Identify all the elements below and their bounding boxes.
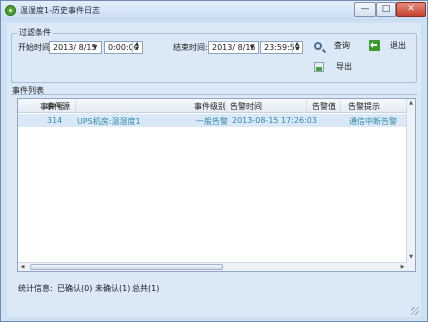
stats-unconfirmed: 未确认(1) — [95, 284, 131, 293]
minimize-button[interactable]: — — [354, 2, 376, 17]
scroll-right-icon[interactable]: ▶ — [398, 263, 407, 271]
window-client: 过滤条件 开始时间: 2013/ 8/15 ▼ 0:00:00 ▲ ▼ 结束时间:… — [7, 23, 421, 317]
app-icon — [5, 5, 16, 16]
table-row[interactable]: 314 UPS机房:温湿度1 一般告警 2013-08-15 17:26:03 … — [18, 114, 408, 127]
query-label: 查询 — [334, 41, 350, 50]
export-button[interactable]: 导出 — [314, 61, 352, 72]
column-header-event-level[interactable]: 事件级别 — [194, 101, 226, 112]
scroll-left-icon[interactable]: ◀ — [18, 263, 27, 271]
exit-label: 退出 — [390, 41, 406, 50]
column-divider[interactable] — [340, 100, 341, 112]
chevron-down-icon[interactable]: ▼ — [90, 43, 100, 52]
close-button[interactable]: ✕ — [396, 2, 426, 17]
start-time-spinner[interactable]: 0:00:00 ▲ ▼ — [104, 41, 143, 54]
window-title: 温湿度1-历史事件日志 — [20, 6, 100, 15]
column-header-event-source-label[interactable]: 事件源 — [46, 101, 70, 112]
column-header-alarm-hint[interactable]: 告警提示 — [348, 101, 380, 112]
start-time-spin-buttons[interactable]: ▲ ▼ — [132, 42, 141, 53]
end-time-label: 结束时间: — [173, 43, 208, 52]
column-divider[interactable] — [225, 100, 226, 112]
end-time-spinner[interactable]: 23:59:59 ▲ ▼ — [260, 41, 303, 54]
search-icon — [314, 41, 322, 50]
vertical-scrollbar[interactable]: ▲ ▼ — [406, 99, 415, 271]
maximize-button[interactable]: □ — [376, 2, 396, 17]
export-icon — [314, 61, 324, 72]
chevron-down-icon[interactable]: ▼ — [247, 43, 257, 52]
end-time-spin-buttons[interactable]: ▲ ▼ — [292, 42, 301, 53]
cell-alarm-hint: 通信中断告警 — [349, 117, 397, 126]
exit-button[interactable]: 退出 — [369, 40, 406, 51]
cell-event-level: 一般告警 — [196, 117, 228, 126]
horizontal-scrollbar[interactable]: ◀ ▶ — [18, 262, 407, 271]
stats-total: 总共(1) — [132, 284, 160, 293]
horizontal-scroll-thumb[interactable] — [30, 264, 223, 270]
resize-grip[interactable] — [411, 307, 419, 315]
stats-label: 统计信息: — [18, 284, 53, 293]
cell-event-id: 314 — [47, 116, 63, 125]
cell-event-source: UPS机房:温湿度1 — [77, 117, 141, 126]
stats-confirmed: 已确认(0) — [57, 284, 93, 293]
column-header-alarm-time[interactable]: 告警时间 — [230, 101, 262, 112]
query-button[interactable]: 查询 — [314, 40, 350, 51]
filter-group-label: 过滤条件 — [17, 27, 53, 38]
start-date-picker[interactable]: 2013/ 8/15 ▼ — [49, 41, 102, 54]
scroll-down-icon[interactable]: ▼ — [407, 253, 415, 262]
table-header: 事件号 事件级别 告警时间 告警值 告警提示 — [18, 99, 408, 113]
end-date-picker[interactable]: 2013/ 8/15 ▼ — [208, 41, 259, 54]
exit-icon — [369, 40, 380, 51]
column-divider[interactable] — [75, 100, 76, 112]
scroll-up-icon[interactable]: ▲ — [407, 99, 415, 108]
event-list-divider — [11, 94, 417, 95]
event-log-window: 温湿度1-历史事件日志 — □ ✕ 过滤条件 开始时间: 2013/ 8/15 … — [0, 0, 428, 322]
column-divider[interactable] — [306, 100, 307, 112]
export-label: 导出 — [336, 62, 352, 71]
event-table[interactable]: 事件号 事件级别 告警时间 告警值 告警提示 事件源 314 UPS机房:温湿度… — [17, 98, 416, 272]
column-header-alarm-value[interactable]: 告警值 — [312, 101, 336, 112]
start-time-label: 开始时间: — [18, 43, 53, 52]
cell-alarm-time: 2013-08-15 17:26:03 — [232, 116, 317, 125]
title-bar: 温湿度1-历史事件日志 — □ ✕ — [1, 1, 427, 21]
